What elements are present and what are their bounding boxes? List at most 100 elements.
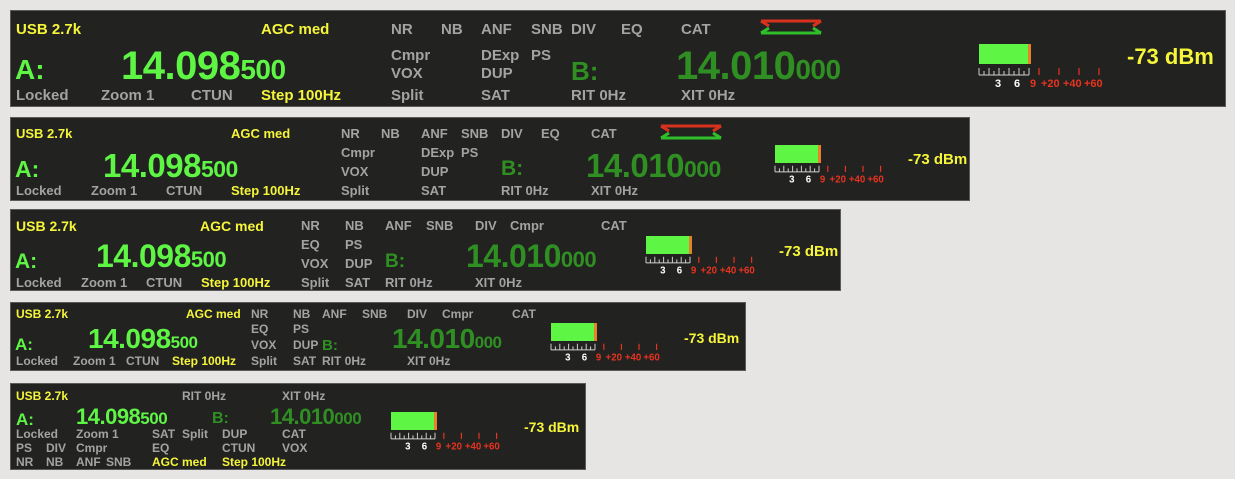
sat-label[interactable]: SAT (421, 184, 446, 197)
eq-label[interactable]: EQ (251, 323, 268, 335)
ps-label[interactable]: PS (531, 48, 551, 63)
vfo-a-frequency[interactable]: 14.098500 (88, 325, 198, 353)
snb-label[interactable]: SNB (106, 456, 131, 468)
nr-label[interactable]: NR (251, 308, 268, 320)
ps-label[interactable]: PS (461, 146, 478, 159)
cat-label[interactable]: CAT (681, 22, 711, 37)
vfo-b-frequency[interactable]: 14.010000 (270, 406, 362, 428)
xit-label[interactable]: XIT 0Hz (591, 184, 638, 197)
rit-label[interactable]: RIT 0Hz (182, 390, 226, 402)
split-label[interactable]: Split (391, 88, 424, 103)
cmpr-label[interactable]: Cmpr (341, 146, 375, 159)
snb-label[interactable]: SNB (531, 22, 563, 37)
zoom-label[interactable]: Zoom 1 (76, 428, 119, 440)
rit-label[interactable]: RIT 0Hz (501, 184, 549, 197)
ctun-label[interactable]: CTUN (146, 276, 182, 289)
cat-label[interactable]: CAT (282, 428, 306, 440)
vox-label[interactable]: VOX (341, 165, 368, 178)
vox-label[interactable]: VOX (251, 339, 276, 351)
anf-label[interactable]: ANF (385, 219, 412, 232)
eq-label[interactable]: EQ (541, 127, 560, 140)
dup-label[interactable]: DUP (345, 257, 372, 270)
nb-label[interactable]: NB (46, 456, 63, 468)
ps-label[interactable]: PS (16, 442, 32, 454)
nb-label[interactable]: NB (441, 22, 463, 37)
rit-label[interactable]: RIT 0Hz (322, 355, 366, 367)
div-label[interactable]: DIV (46, 442, 66, 454)
step-label[interactable]: Step 100Hz (261, 88, 341, 103)
mode-label[interactable]: USB 2.7k (16, 390, 68, 402)
nr-label[interactable]: NR (341, 127, 360, 140)
locked-label[interactable]: Locked (16, 184, 62, 197)
step-label[interactable]: Step 100Hz (172, 355, 236, 367)
vfo-a-frequency[interactable]: 14.098500 (103, 149, 238, 182)
vox-label[interactable]: VOX (282, 442, 307, 454)
locked-label[interactable]: Locked (16, 276, 62, 289)
div-label[interactable]: DIV (571, 22, 596, 37)
nr-label[interactable]: NR (16, 456, 33, 468)
anf-label[interactable]: ANF (421, 127, 448, 140)
split-label[interactable]: Split (182, 428, 208, 440)
ctun-label[interactable]: CTUN (166, 184, 202, 197)
zoom-label[interactable]: Zoom 1 (101, 88, 154, 103)
locked-label[interactable]: Locked (16, 428, 58, 440)
vfo-a-frequency[interactable]: 14.098500 (121, 46, 286, 86)
dexp-label[interactable]: DExp (421, 146, 454, 159)
vfo-b-frequency[interactable]: 14.010000 (586, 149, 721, 182)
agc-label[interactable]: AGC med (186, 308, 241, 320)
rit-label[interactable]: RIT 0Hz (385, 276, 433, 289)
eq-label[interactable]: EQ (621, 22, 643, 37)
dexp-label[interactable]: DExp (481, 48, 519, 63)
dup-label[interactable]: DUP (421, 165, 448, 178)
sat-label[interactable]: SAT (481, 88, 510, 103)
sat-label[interactable]: SAT (345, 276, 370, 289)
vox-label[interactable]: VOX (301, 257, 328, 270)
mode-label[interactable]: USB 2.7k (16, 219, 77, 233)
dup-label[interactable]: DUP (293, 339, 318, 351)
cmpr-label[interactable]: Cmpr (442, 308, 473, 320)
split-label[interactable]: Split (301, 276, 329, 289)
snb-label[interactable]: SNB (426, 219, 453, 232)
snb-label[interactable]: SNB (461, 127, 488, 140)
mode-label[interactable]: USB 2.7k (16, 127, 72, 140)
eq-label[interactable]: EQ (152, 442, 169, 454)
div-label[interactable]: DIV (501, 127, 523, 140)
anf-label[interactable]: ANF (76, 456, 101, 468)
vfo-b-frequency[interactable]: 14.010000 (676, 46, 841, 86)
agc-label[interactable]: AGC med (200, 219, 264, 233)
zoom-label[interactable]: Zoom 1 (81, 276, 127, 289)
mode-label[interactable]: USB 2.7k (16, 308, 68, 320)
ps-label[interactable]: PS (293, 323, 309, 335)
anf-label[interactable]: ANF (481, 22, 512, 37)
sat-label[interactable]: SAT (293, 355, 316, 367)
split-label[interactable]: Split (341, 184, 369, 197)
locked-label[interactable]: Locked (16, 88, 69, 103)
mode-label[interactable]: USB 2.7k (16, 22, 81, 37)
nr-label[interactable]: NR (301, 219, 320, 232)
cmpr-label[interactable]: Cmpr (76, 442, 107, 454)
dup-label[interactable]: DUP (481, 66, 513, 81)
rit-label[interactable]: RIT 0Hz (571, 88, 626, 103)
eq-label[interactable]: EQ (301, 238, 320, 251)
zoom-label[interactable]: Zoom 1 (91, 184, 137, 197)
agc-label[interactable]: AGC med (152, 456, 207, 468)
zoom-label[interactable]: Zoom 1 (73, 355, 116, 367)
agc-label[interactable]: AGC med (261, 22, 329, 37)
xit-label[interactable]: XIT 0Hz (681, 88, 735, 103)
ps-label[interactable]: PS (345, 238, 362, 251)
dup-label[interactable]: DUP (222, 428, 247, 440)
xit-label[interactable]: XIT 0Hz (282, 390, 325, 402)
nb-label[interactable]: NB (381, 127, 400, 140)
ctun-label[interactable]: CTUN (191, 88, 233, 103)
step-label[interactable]: Step 100Hz (201, 276, 270, 289)
nb-label[interactable]: NB (293, 308, 310, 320)
step-label[interactable]: Step 100Hz (222, 456, 286, 468)
locked-label[interactable]: Locked (16, 355, 58, 367)
vfo-a-frequency[interactable]: 14.098500 (96, 240, 227, 272)
vfo-b-frequency[interactable]: 14.010000 (392, 325, 502, 353)
vox-label[interactable]: VOX (391, 66, 423, 81)
nb-label[interactable]: NB (345, 219, 364, 232)
ctun-label[interactable]: CTUN (126, 355, 159, 367)
div-label[interactable]: DIV (407, 308, 427, 320)
xit-label[interactable]: XIT 0Hz (407, 355, 450, 367)
